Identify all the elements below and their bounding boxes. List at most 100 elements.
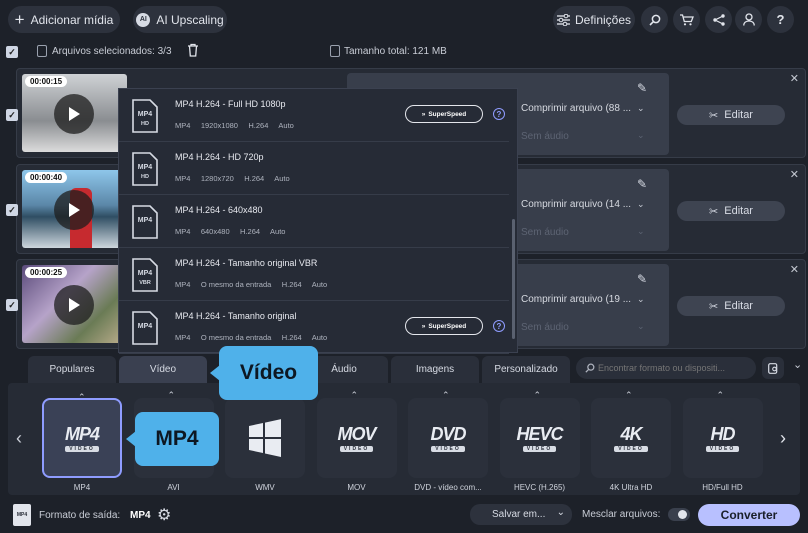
chevron-down-icon: ⌄ <box>637 321 645 331</box>
help-button[interactable]: ? <box>767 6 794 33</box>
play-icon[interactable] <box>54 94 94 134</box>
tab-popular[interactable]: Populares <box>28 356 116 383</box>
chevron-left-icon[interactable]: ‹ <box>16 428 22 449</box>
pencil-icon[interactable]: ✎ <box>637 272 647 286</box>
video-thumbnail[interactable]: 00:00:15 <box>22 74 127 152</box>
collapse-panel-icon[interactable]: ⌄ <box>793 358 802 371</box>
toggle-knob <box>678 510 687 519</box>
output-format-label: Formato de saída: <box>39 510 121 521</box>
mp4-file-icon: MP4 <box>132 205 158 239</box>
preset-meta: MP4 1920x1080 H.264 Auto <box>175 121 294 130</box>
format-hd-full-hd[interactable]: ⌃ HD VIDEO <box>682 390 763 478</box>
close-icon[interactable]: ✕ <box>790 72 799 85</box>
compress-file-select[interactable]: Comprimir arquivo (88 ... <box>521 103 631 114</box>
cart-icon <box>679 13 694 25</box>
chevron-down-icon: ⌄ <box>637 226 645 236</box>
chevron-down-icon: ⌄ <box>637 130 645 140</box>
format-hevc-h-265[interactable]: ⌃ HEVC VIDEO <box>499 390 580 478</box>
close-icon[interactable]: ✕ <box>790 168 799 181</box>
search-button[interactable] <box>641 6 668 33</box>
trash-icon[interactable] <box>187 43 199 62</box>
gear-icon[interactable]: ⚙ <box>157 505 171 525</box>
preset-option[interactable]: MP4 HD MP4 H.264 - Full HD 1080p MP4 1920x1… <box>119 89 509 142</box>
question-icon: ? <box>776 12 785 27</box>
cart-button[interactable] <box>673 6 700 33</box>
superspeed-icon: » <box>421 322 426 330</box>
tab-video-label: Vídeo <box>149 364 177 375</box>
device-detect-button[interactable] <box>762 357 784 379</box>
select-all-checkbox[interactable]: ✓ <box>6 46 18 58</box>
ai-upscaling-button[interactable]: AI AI Upscaling <box>133 6 227 33</box>
edit-button[interactable]: ✂ Editar <box>677 201 785 221</box>
video-thumbnail[interactable]: 00:00:25 <box>22 265 127 343</box>
file-2-checkbox[interactable]: ✓ <box>6 204 18 216</box>
preset-meta: MP4 O mesmo da entrada H.264 Auto <box>175 280 328 289</box>
check-icon: ✓ <box>8 46 16 57</box>
compress-file-select[interactable]: Comprimir arquivo (19 ... <box>521 294 631 305</box>
audio-select[interactable]: Sem áudio <box>521 227 569 238</box>
format-wmv[interactable]: ⌃ <box>225 390 305 478</box>
format-logo-subtext: VIDEO <box>431 446 465 452</box>
check-icon: ✓ <box>8 109 16 120</box>
audio-select[interactable]: Sem áudio <box>521 131 569 142</box>
pencil-icon[interactable]: ✎ <box>637 177 647 191</box>
superspeed-icon: » <box>421 110 426 118</box>
convert-button[interactable]: Converter <box>698 504 800 526</box>
selected-files-label: Arquivos selecionados: 3/3 <box>52 46 172 57</box>
chevron-right-icon[interactable]: › <box>780 428 786 449</box>
file-icon-text: MP4 <box>138 111 153 118</box>
chevron-up-icon: ⌃ <box>533 390 542 400</box>
windows-logo-icon <box>249 419 281 457</box>
selection-bar: ✓ Arquivos selecionados: 3/3 Tamanho tot… <box>0 40 808 64</box>
preset-option[interactable]: MP4 VBR MP4 H.264 - Tamanho original VBR MP… <box>119 248 509 301</box>
format-search[interactable] <box>576 357 756 379</box>
preset-option[interactable]: MP4 MP4 H.264 - Tamanho original MP4 O mes… <box>119 301 509 354</box>
format-label: 4K Ultra HD <box>609 483 653 492</box>
edit-button[interactable]: ✂ Editar <box>677 105 785 125</box>
check-icon: ✓ <box>8 299 16 310</box>
account-button[interactable] <box>735 6 762 33</box>
format-dvd-v-deo-com[interactable]: ⌃ DVD VIDEO <box>408 390 488 478</box>
video-callout: Vídeo <box>210 346 318 400</box>
format-4k-ultra-hd[interactable]: ⌃ 4K VIDEO <box>591 390 671 478</box>
close-icon[interactable]: ✕ <box>790 263 799 276</box>
file-icon-subtext: HD <box>141 174 149 180</box>
file-3-checkbox[interactable]: ✓ <box>6 299 18 311</box>
help-icon[interactable]: ? <box>493 108 505 120</box>
preset-option[interactable]: MP4 MP4 H.264 - 640x480 MP4 640x480 H.264 … <box>119 195 509 248</box>
mp4-file-icon: MP4 HD <box>132 99 158 133</box>
compress-file-select[interactable]: Comprimir arquivo (14 ... <box>521 199 631 210</box>
format-mp4[interactable]: ⌃ MP4 VIDEO <box>42 392 122 478</box>
video-thumbnail[interactable]: 00:00:40 <box>22 170 127 248</box>
output-format-icon: MP4 <box>13 504 31 526</box>
settings-button[interactable]: Definições <box>553 6 635 33</box>
share-button[interactable] <box>705 6 732 33</box>
chevron-down-icon: ⌄ <box>556 507 565 518</box>
tab-audio-label: Áudio <box>331 364 357 375</box>
plus-icon: + <box>14 9 25 29</box>
audio-select[interactable]: Sem áudio <box>521 322 569 333</box>
edit-button[interactable]: ✂ Editar <box>677 296 785 316</box>
save-to-select[interactable]: Salvar em... ⌄ <box>470 504 572 525</box>
play-icon[interactable] <box>54 285 94 325</box>
file-icon-subtext: HD <box>141 121 149 127</box>
help-icon[interactable]: ? <box>493 320 505 332</box>
tab-popular-label: Populares <box>49 364 95 375</box>
sliders-icon <box>556 13 570 26</box>
tab-images[interactable]: Imagens <box>391 356 479 383</box>
play-icon[interactable] <box>54 190 94 230</box>
merge-files-toggle[interactable] <box>668 508 690 521</box>
format-mov[interactable]: ⌃ MOV VIDEO <box>316 390 397 478</box>
tab-video[interactable]: Vídeo <box>119 356 207 383</box>
add-media-button[interactable]: + Adicionar mídia <box>8 6 120 33</box>
total-size-label: Tamanho total: 121 MB <box>344 46 447 57</box>
file-1-checkbox[interactable]: ✓ <box>6 109 18 121</box>
scissors-icon: ✂ <box>709 109 719 122</box>
search-icon <box>585 363 595 373</box>
pencil-icon[interactable]: ✎ <box>637 81 647 95</box>
dropdown-scrollbar[interactable] <box>512 219 515 339</box>
format-search-input[interactable] <box>598 360 750 376</box>
device-search-icon <box>767 362 777 374</box>
preset-option[interactable]: MP4 HD MP4 H.264 - HD 720p MP4 1280x720 H.2… <box>119 142 509 195</box>
tab-custom[interactable]: Personalizado <box>482 356 570 383</box>
